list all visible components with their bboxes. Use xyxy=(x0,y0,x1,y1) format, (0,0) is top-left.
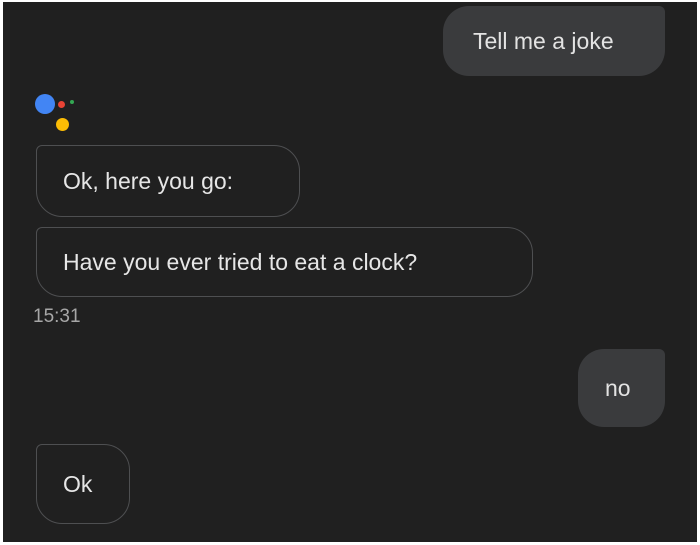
message-text: no xyxy=(605,374,631,401)
chat-screen: Tell me a joke Ok, here you go: Have you… xyxy=(3,2,697,542)
message-timestamp: 15:31 xyxy=(33,306,81,327)
assistant-message-bubble: Ok xyxy=(36,444,130,524)
logo-yellow-dot xyxy=(56,118,69,131)
google-assistant-icon xyxy=(35,94,77,132)
logo-red-dot xyxy=(58,101,65,108)
assistant-message-bubble: Ok, here you go: xyxy=(36,145,300,217)
logo-blue-dot xyxy=(35,94,55,114)
message-text: Tell me a joke xyxy=(473,27,614,54)
message-text: Ok xyxy=(63,470,93,497)
logo-green-dot xyxy=(70,100,74,104)
message-text: Have you ever tried to eat a clock? xyxy=(63,248,418,275)
user-message-bubble: no xyxy=(578,349,665,427)
user-message-bubble: Tell me a joke xyxy=(443,6,665,76)
assistant-message-bubble: Have you ever tried to eat a clock? xyxy=(36,227,533,297)
message-text: Ok, here you go: xyxy=(63,167,234,194)
